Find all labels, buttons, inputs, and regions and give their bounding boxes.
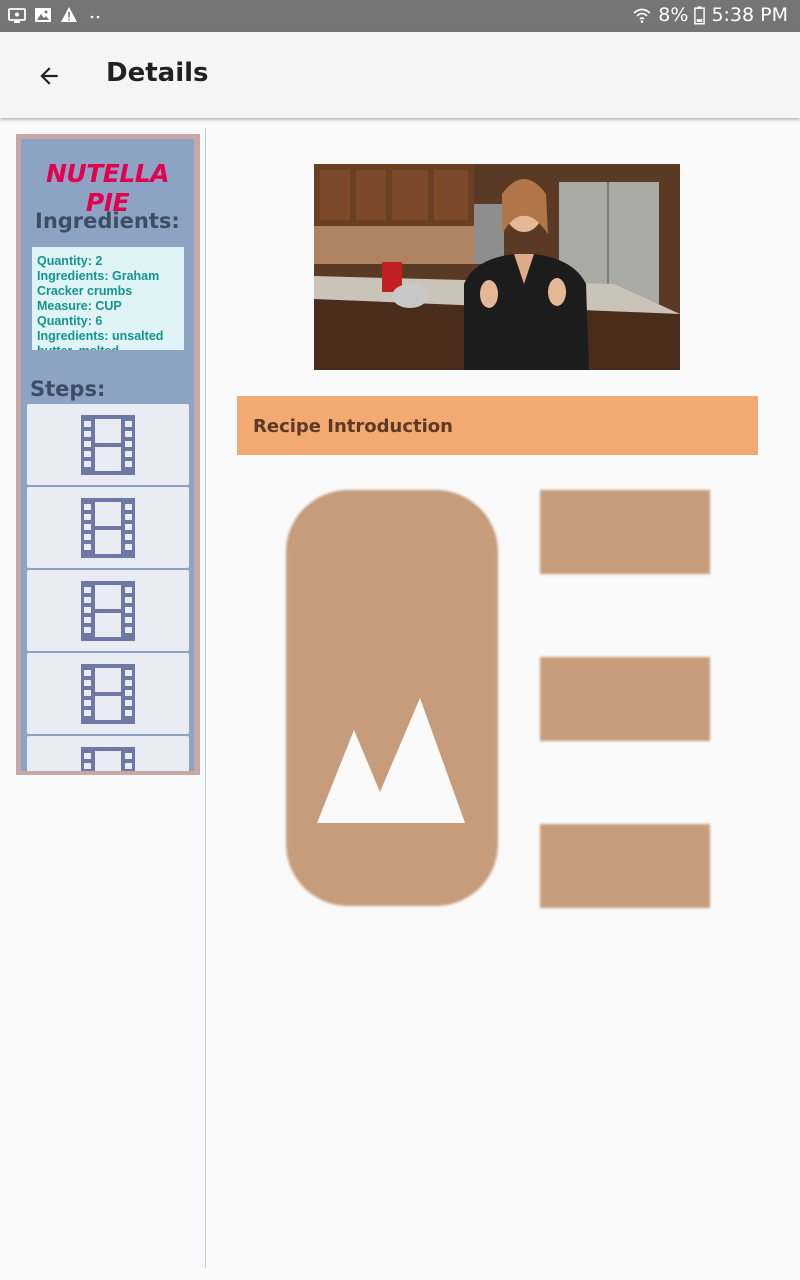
- step-item[interactable]: [27, 487, 189, 568]
- ingredients-text: Quantity: 2 Ingredients: Graham Cracker c…: [32, 247, 184, 350]
- warning-icon: [61, 7, 77, 22]
- pane-divider: [205, 128, 206, 1268]
- ingredient-line: Ingredients: unsalted butter, melted: [37, 329, 164, 350]
- steps-heading: Steps:: [30, 377, 106, 401]
- film-strip-icon: [81, 497, 135, 558]
- step-item[interactable]: [27, 653, 189, 734]
- step-item[interactable]: [27, 736, 189, 771]
- battery-percent: 8%: [658, 4, 689, 26]
- recipe-card: NUTELLA PIE Ingredients: Quantity: 2 Ingr…: [21, 139, 194, 771]
- more-dots-icon: [90, 15, 100, 19]
- recipe-introduction-label: Recipe Introduction: [253, 416, 453, 437]
- wifi-icon: [633, 8, 651, 23]
- ingredients-heading: Ingredients:: [35, 209, 180, 233]
- steps-list[interactable]: [27, 404, 189, 771]
- notification-icons: [8, 6, 104, 24]
- ingredient-line: Ingredients: Graham Cracker crumbs: [37, 269, 163, 298]
- image-icon: [35, 8, 51, 22]
- clock: 5:38 PM: [711, 4, 788, 26]
- battery-icon: [694, 5, 706, 24]
- film-strip-icon: [81, 746, 135, 771]
- status-bar: 8% 5:38 PM: [0, 0, 800, 32]
- video-player[interactable]: [314, 164, 680, 370]
- image-list-placeholder-icon: [284, 488, 714, 910]
- arrow-back-icon: [40, 67, 58, 85]
- ingredient-line: Quantity: 2: [37, 254, 103, 268]
- video-frame: [314, 164, 680, 370]
- step-item[interactable]: [27, 404, 189, 485]
- ingredients-list[interactable]: Quantity: 2 Ingredients: Graham Cracker c…: [32, 247, 184, 350]
- recipe-introduction-bar[interactable]: Recipe Introduction: [237, 396, 758, 455]
- ingredient-line: Quantity: 6: [37, 314, 103, 328]
- recipe-panel: NUTELLA PIE Ingredients: Quantity: 2 Ingr…: [16, 134, 200, 775]
- ingredient-line: Measure: CUP: [37, 299, 122, 313]
- app-bar: Details: [0, 32, 800, 118]
- back-button[interactable]: [30, 57, 68, 95]
- film-strip-icon: [81, 414, 135, 475]
- page-title: Details: [106, 58, 209, 88]
- film-strip-icon: [81, 580, 135, 641]
- film-strip-icon: [81, 663, 135, 724]
- screen-icon: [8, 8, 26, 23]
- step-item[interactable]: [27, 570, 189, 651]
